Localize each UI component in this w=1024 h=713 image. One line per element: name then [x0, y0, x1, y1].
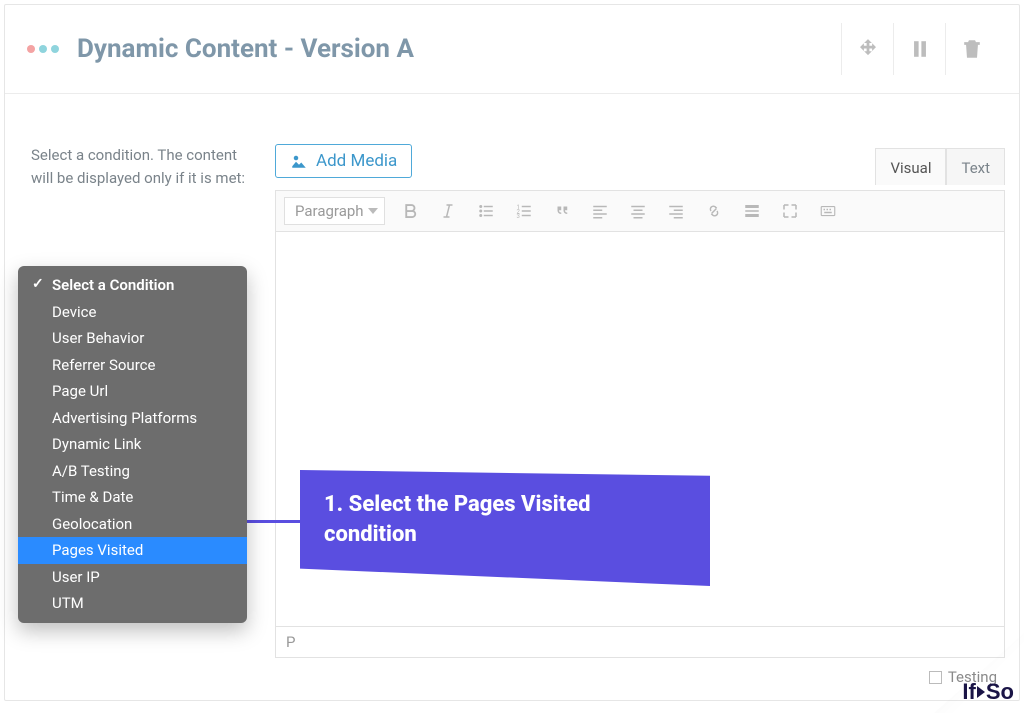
bold-icon	[400, 202, 420, 220]
dropdown-option-ab-testing[interactable]: A/B Testing	[18, 458, 247, 485]
readmore-button[interactable]	[739, 200, 765, 222]
condition-dropdown[interactable]: Select a Condition Device User Behavior …	[18, 266, 247, 623]
quote-icon	[552, 202, 572, 220]
dropdown-option-user-ip[interactable]: User IP	[18, 564, 247, 591]
quote-button[interactable]	[549, 200, 575, 222]
dropdown-option-geolocation[interactable]: Geolocation	[18, 511, 247, 538]
bold-button[interactable]	[397, 200, 423, 222]
list-ol-icon: 123	[514, 202, 534, 220]
ol-button[interactable]: 123	[511, 200, 537, 222]
ifso-logo: If So	[962, 679, 1014, 705]
dropdown-option-device[interactable]: Device	[18, 299, 247, 326]
tab-visual[interactable]: Visual	[875, 148, 946, 185]
panel-header: Dynamic Content - Version A	[5, 5, 1019, 94]
footer-row: Testing	[275, 658, 1005, 686]
media-icon	[290, 152, 308, 170]
italic-icon	[438, 202, 458, 220]
add-media-button[interactable]: Add Media	[275, 144, 412, 178]
align-left-button[interactable]	[587, 200, 613, 222]
fullscreen-icon	[780, 202, 800, 220]
dropdown-option-advertising-platforms[interactable]: Advertising Platforms	[18, 405, 247, 432]
readmore-icon	[742, 202, 762, 220]
dropdown-option-dynamic-link[interactable]: Dynamic Link	[18, 431, 247, 458]
kitchensink-button[interactable]	[815, 200, 841, 222]
editor-column: Add Media Visual Text Paragraph 123	[275, 144, 1005, 686]
italic-button[interactable]	[435, 200, 461, 222]
panel-title: Dynamic Content - Version A	[77, 34, 827, 64]
play-icon	[977, 686, 985, 698]
tab-text[interactable]: Text	[946, 148, 1005, 185]
fullscreen-button[interactable]	[777, 200, 803, 222]
align-right-icon	[666, 202, 686, 220]
dot-icon	[27, 45, 35, 53]
dot-icon	[51, 45, 59, 53]
align-center-icon	[628, 202, 648, 220]
align-center-button[interactable]	[625, 200, 651, 222]
link-icon	[704, 202, 724, 220]
pause-icon	[909, 38, 931, 60]
delete-button[interactable]	[945, 23, 997, 75]
ul-button[interactable]	[473, 200, 499, 222]
dropdown-option-page-url[interactable]: Page Url	[18, 378, 247, 405]
logo-so: So	[986, 679, 1014, 704]
dropdown-option-user-behavior[interactable]: User Behavior	[18, 325, 247, 352]
keyboard-icon	[818, 202, 838, 220]
dropdown-placeholder[interactable]: Select a Condition	[18, 272, 247, 299]
dot-icon	[39, 45, 47, 53]
editor-tabs: Visual Text	[875, 148, 1005, 185]
move-icon	[857, 38, 879, 60]
status-bar: P	[275, 627, 1005, 658]
add-media-label: Add Media	[316, 151, 397, 171]
align-right-button[interactable]	[663, 200, 689, 222]
list-ul-icon	[476, 202, 496, 220]
trash-icon	[961, 38, 983, 60]
editor-toolbar: Paragraph 123	[275, 190, 1005, 232]
dropdown-option-time-date[interactable]: Time & Date	[18, 484, 247, 511]
header-actions	[841, 23, 997, 75]
logo-if: If	[962, 679, 975, 704]
svg-text:3: 3	[516, 213, 519, 220]
window-dots	[27, 45, 59, 53]
testing-checkbox[interactable]	[929, 671, 942, 684]
link-button[interactable]	[701, 200, 727, 222]
instruction-callout: 1. Select the Pages Visited condition	[300, 470, 710, 586]
dropdown-option-referrer-source[interactable]: Referrer Source	[18, 352, 247, 379]
pause-button[interactable]	[893, 23, 945, 75]
paragraph-select[interactable]: Paragraph	[284, 197, 385, 225]
dropdown-option-pages-visited[interactable]: Pages Visited	[18, 537, 247, 564]
callout-text: 1. Select the Pages Visited condition	[324, 490, 680, 549]
condition-help-text: Select a condition. The content will be …	[31, 144, 247, 191]
align-left-icon	[590, 202, 610, 220]
move-button[interactable]	[841, 23, 893, 75]
dropdown-option-utm[interactable]: UTM	[18, 590, 247, 617]
